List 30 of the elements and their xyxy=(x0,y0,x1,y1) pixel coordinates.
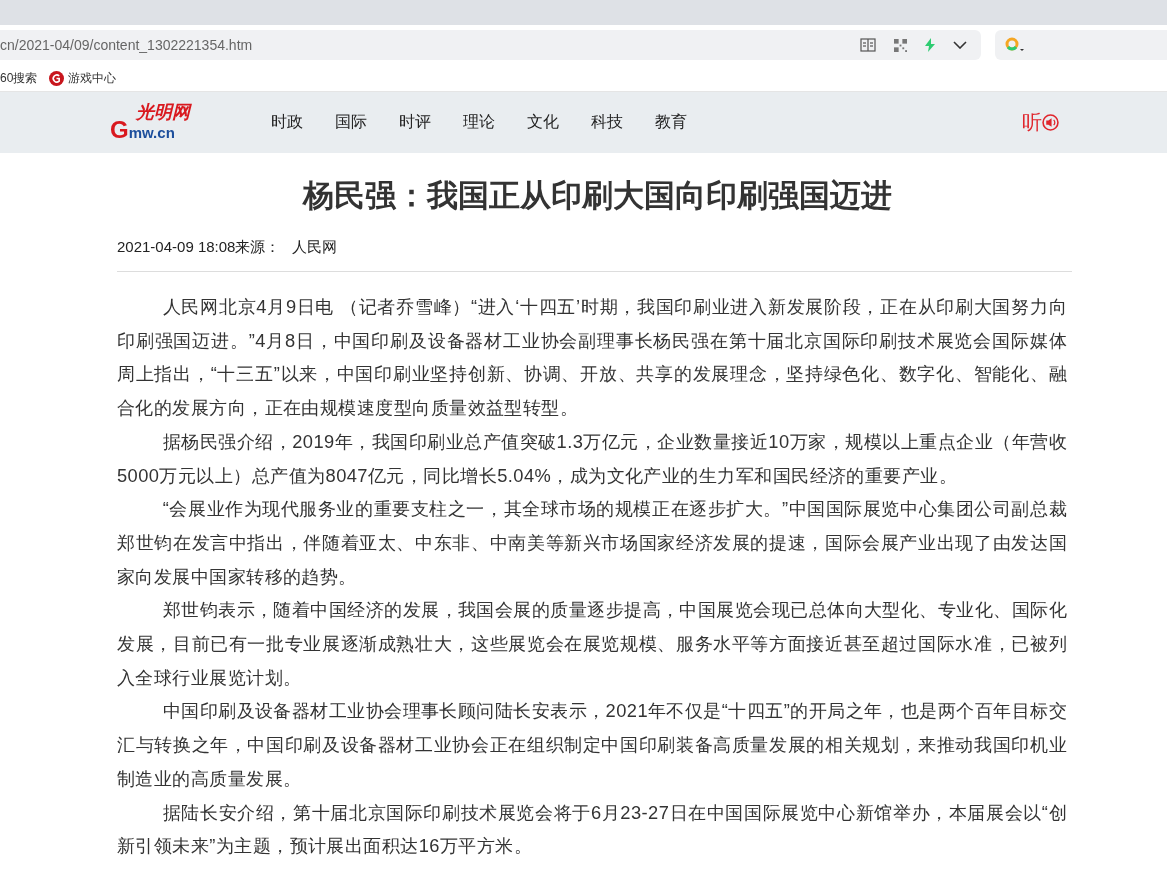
site-logo[interactable]: 光明网 Gmw.cn xyxy=(110,103,210,142)
article-paragraph: 郑世钧表示，随着中国经济的发展，我国会展的质量逐步提高，中国展览会现已总体向大型化、专业化、国际化发展，目前已有一批专业展逐渐成熟壮大，这些展览会在展览规模、服务水平等方面接近甚至超过国际水准，已被列入全球行业展览计划。 xyxy=(117,598,1067,690)
article-paragraph: 人民网北京4月9日电 （记者乔雪峰）“进入‘十四五’时期，我国印刷业进入新发展阶段，正在从印刷大国努力向印刷强国迈进。”4月8日，中国印刷及设备器材工业协会副理事长杨民强在第十届北京国际印刷技术展览会国际媒体周上指出，“十三五”以来，中国印刷业坚持创新、协调、开放、共享的发展理念，坚持绿色化、数字化、智能化、融合化的发展方向，正在由规模速度型向质量效益型转型。 xyxy=(117,295,1067,421)
bookmark-link[interactable]: 60搜索 xyxy=(0,69,38,87)
source-name: 人民网 xyxy=(292,237,338,257)
chevron-down-icon[interactable] xyxy=(953,41,967,49)
article-paragraph: 据陆长安介绍，第十届北京国际印刷技术展览会将于6月23-27日在中国国际展览中心新馆举办，本届展会以“创新引领未来”为主题，预计展出面积达16万平方米。 xyxy=(117,800,1067,859)
qr-code-icon[interactable] xyxy=(894,38,907,52)
nav-link[interactable]: 教育 xyxy=(655,112,687,133)
listen-button[interactable]: 听 xyxy=(1022,109,1059,136)
nav-link[interactable]: 科技 xyxy=(591,112,623,133)
article-title: 杨民强：我国正从印刷大国向印刷强国迈进 xyxy=(301,177,893,215)
search-field[interactable] xyxy=(995,30,1167,60)
search-engine-icon xyxy=(1005,37,1025,53)
speaker-icon xyxy=(1042,114,1059,131)
url-text: cn/2021-04/09/content_1302221354.htm xyxy=(0,37,253,53)
nav-link[interactable]: 理论 xyxy=(463,112,495,133)
bookmark-link[interactable]: 游戏中心 xyxy=(49,69,117,87)
nav-link[interactable]: 时政 xyxy=(271,112,303,133)
article-paragraph: 据杨民强介绍，2019年，我国印刷业总产值突破1.3万亿元，企业数量接近10万家，规模以上重点企业（年营收5000万元以上）总产值为8047亿元，同比增长5.04%，成为文化产业的生力军和国民经济的重要产业。 xyxy=(117,429,1067,488)
publish-date: 2021-04-09 18:08 xyxy=(117,237,236,257)
game-logo-icon xyxy=(49,70,65,86)
reader-icon[interactable] xyxy=(860,38,876,52)
nav-link[interactable]: 国际 xyxy=(335,112,367,133)
nav-link[interactable]: 文化 xyxy=(527,112,559,133)
article-paragraph: “会展业作为现代服务业的重要支柱之一，其全球市场的规模正在逐步扩大。”中国国际展览中心集团公司副总裁郑世钧在发言中指出，伴随着亚太、中东非、中南美等新兴市场国家经济发展的提速，国际会展产业出现了由发达国家向发展中国家转移的趋势。 xyxy=(117,497,1067,589)
article-paragraph: 中国印刷及设备器材工业协会理事长顾问陆长安表示，2021年不仅是“十四五”的开局之年，也是两个百年目标交汇与转换之年，中国印刷及设备器材工业协会正在组织制定中国印刷装备高质量发展的相关规划，来推动我国印机业制造业的高质量发展。 xyxy=(117,699,1067,791)
source-label: 来源： xyxy=(235,237,281,257)
nav-link[interactable]: 时评 xyxy=(399,112,431,133)
address-bar[interactable]: cn/2021-04/09/content_1302221354.htm xyxy=(0,30,981,60)
